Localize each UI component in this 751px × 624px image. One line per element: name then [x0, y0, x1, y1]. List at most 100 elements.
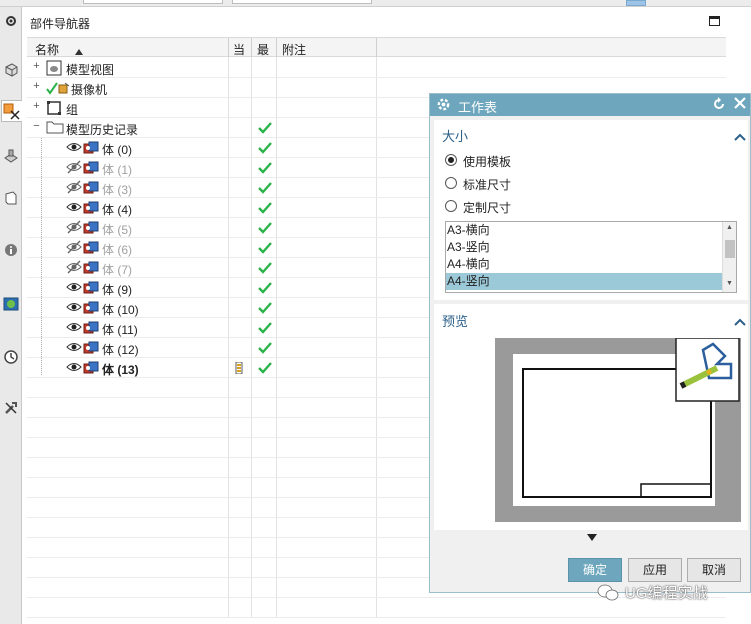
navigator-title: 部件导航器	[30, 17, 91, 31]
radio-custom-size[interactable]: 定制尺寸	[445, 198, 605, 216]
body-label: 体 (7)	[102, 263, 133, 277]
hidden-eye-icon[interactable]	[66, 240, 82, 257]
up-to-date-check-icon	[256, 299, 274, 317]
up-to-date-check-icon	[256, 339, 274, 357]
column-current[interactable]: 当	[233, 41, 245, 58]
sort-ascending-icon[interactable]	[75, 44, 83, 58]
solid-body-icon	[82, 300, 100, 319]
hidden-eye-icon[interactable]	[66, 180, 82, 197]
radio-use-template[interactable]: 使用模板	[445, 152, 605, 170]
tree-node-label: 摄像机	[71, 83, 108, 97]
radio-custom-size-label: 定制尺寸	[463, 201, 512, 215]
close-icon[interactable]	[733, 96, 747, 113]
scroll-down-icon[interactable]: ▼	[726, 280, 733, 287]
body-label: 体 (0)	[102, 143, 133, 157]
expand-toggle-icon[interactable]: +	[32, 81, 41, 92]
template-item[interactable]: A3-竖向	[446, 239, 722, 256]
solid-body-icon	[82, 200, 100, 219]
reset-icon[interactable]	[712, 97, 726, 114]
body-label: 体 (4)	[102, 203, 133, 217]
column-latest[interactable]: 最	[257, 41, 269, 58]
radio-use-template-indicator[interactable]	[445, 154, 457, 166]
ok-button[interactable]: 确定	[568, 558, 622, 582]
solid-body-icon	[82, 140, 100, 159]
up-to-date-check-icon	[256, 119, 274, 137]
hidden-eye-icon[interactable]	[66, 220, 82, 237]
up-to-date-check-icon	[256, 139, 274, 157]
history-icon[interactable]	[1, 346, 21, 368]
body-label: 体 (6)	[102, 243, 133, 257]
solid-body-icon	[82, 280, 100, 299]
visible-eye-icon[interactable]	[66, 360, 82, 377]
model-views-icon	[46, 60, 62, 79]
visible-eye-icon[interactable]	[66, 320, 82, 337]
apply-button[interactable]: 应用	[628, 558, 682, 582]
scroll-up-icon[interactable]: ▲	[726, 224, 733, 231]
template-list[interactable]: A3-横向 A3-竖向 A4-横向 A4-竖向 ▲ ▼	[445, 221, 737, 293]
maximize-icon[interactable]	[709, 16, 720, 26]
current-feature-icon	[235, 361, 243, 375]
assembly-navigator-icon[interactable]	[1, 59, 21, 81]
tools-icon[interactable]	[1, 397, 21, 419]
solid-body-icon	[82, 180, 100, 199]
group-icon	[46, 100, 62, 119]
visible-eye-icon[interactable]	[66, 140, 82, 157]
collapse-preview-icon[interactable]	[734, 315, 746, 326]
body-label: 体 (13)	[102, 363, 139, 377]
toolbar-combo-1[interactable]	[83, 0, 223, 4]
hidden-eye-icon[interactable]	[66, 160, 82, 177]
part-navigator-icon[interactable]	[1, 100, 22, 122]
collapse-size-icon[interactable]	[734, 130, 746, 141]
template-item[interactable]: A4-横向	[446, 256, 722, 273]
visible-eye-icon[interactable]	[66, 200, 82, 217]
column-notes[interactable]: 附注	[282, 41, 306, 58]
toolbar-combo-2[interactable]	[232, 0, 372, 4]
solid-body-icon	[82, 360, 100, 379]
body-label: 体 (5)	[102, 223, 133, 237]
tree-node-label: 模型历史记录	[66, 123, 139, 137]
template-item[interactable]: A3-横向	[446, 222, 722, 239]
body-label: 体 (11)	[102, 323, 138, 337]
size-section-header[interactable]: 大小	[442, 126, 468, 145]
body-label: 体 (1)	[102, 163, 133, 177]
template-list-scrollbar[interactable]: ▲ ▼	[722, 222, 736, 292]
body-label: 体 (12)	[102, 343, 139, 357]
expand-toggle-icon[interactable]: +	[32, 101, 41, 112]
up-to-date-check-icon	[256, 219, 274, 237]
tree-node[interactable]: + 模型视图	[27, 58, 726, 78]
dialog-gear-icon[interactable]	[436, 97, 451, 115]
body-label: 体 (9)	[102, 283, 133, 297]
settings-icon[interactable]	[1, 10, 21, 32]
hidden-eye-icon[interactable]	[66, 260, 82, 277]
radio-use-template-label: 使用模板	[463, 155, 512, 169]
radio-custom-size-indicator[interactable]	[445, 200, 457, 212]
toolbar-toggle-button[interactable]	[626, 0, 646, 6]
visible-eye-icon[interactable]	[66, 340, 82, 357]
reuse-library-icon[interactable]	[1, 145, 21, 167]
drafting-sheet-icon	[675, 337, 740, 402]
radio-standard-size-indicator[interactable]	[445, 177, 457, 189]
visible-eye-icon[interactable]	[66, 280, 82, 297]
template-item-selected[interactable]: A4-竖向	[446, 273, 722, 290]
solid-body-icon	[82, 240, 100, 259]
hd3d-tools-icon[interactable]	[1, 187, 21, 209]
tree-node-label: 组	[66, 103, 79, 117]
info-icon[interactable]	[1, 239, 21, 261]
up-to-date-check-icon	[256, 159, 274, 177]
radio-standard-size[interactable]: 标准尺寸	[445, 175, 605, 193]
watermark-text: UG编程实战	[625, 585, 708, 602]
up-to-date-check-icon	[256, 259, 274, 277]
collapse-toggle-icon[interactable]: −	[32, 121, 41, 132]
scroll-thumb[interactable]	[725, 240, 735, 258]
solid-body-icon	[82, 320, 100, 339]
expand-toggle-icon[interactable]: +	[32, 61, 41, 72]
preview-section-header[interactable]: 预览	[442, 311, 468, 330]
up-to-date-check-icon	[256, 279, 274, 297]
more-options-icon[interactable]	[587, 531, 597, 541]
web-browser-icon[interactable]	[1, 293, 21, 315]
solid-body-icon	[82, 340, 100, 359]
cancel-button[interactable]: 取消	[687, 558, 741, 582]
column-name[interactable]: 名称	[35, 41, 59, 58]
visible-eye-icon[interactable]	[66, 300, 82, 317]
solid-body-icon	[82, 160, 100, 179]
